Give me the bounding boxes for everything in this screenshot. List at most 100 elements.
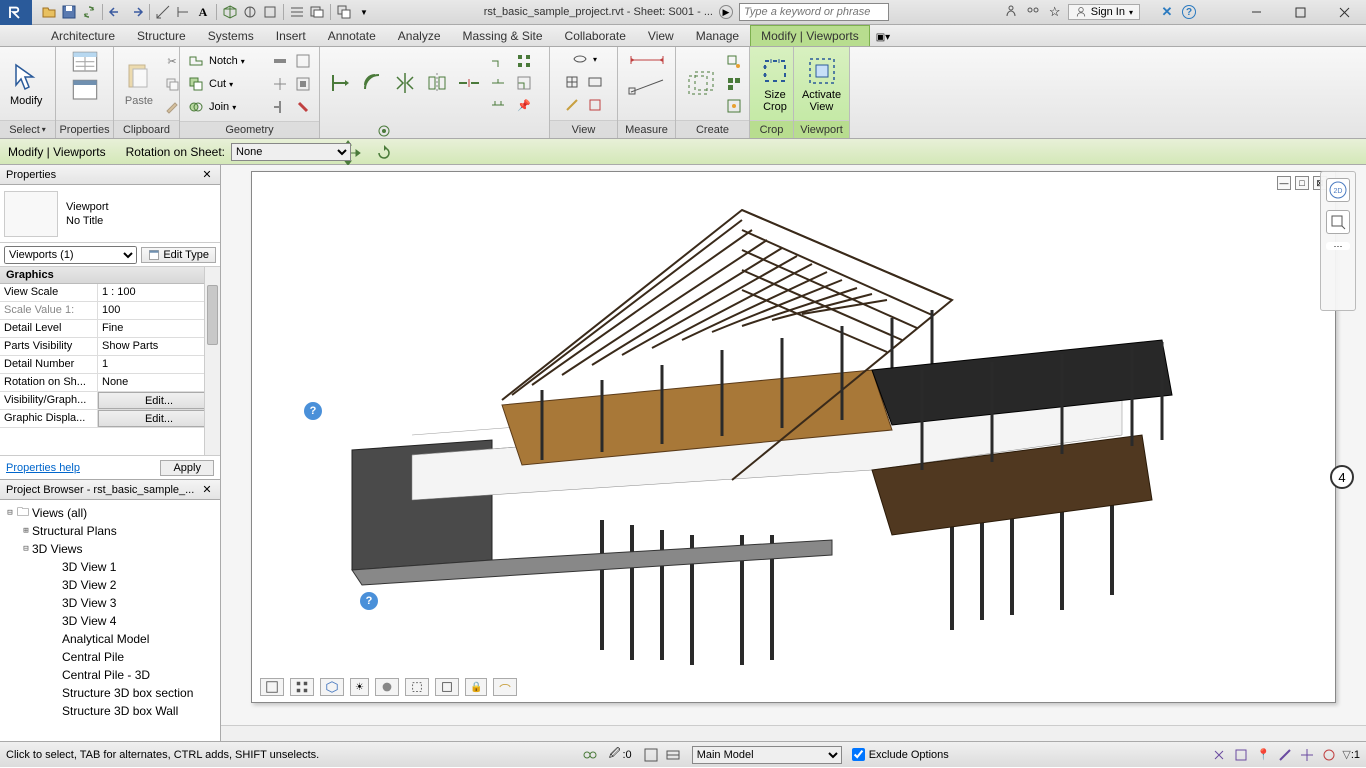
- pin-icon[interactable]: 📌: [514, 95, 534, 115]
- undo-icon[interactable]: [107, 3, 125, 21]
- trim-single-icon[interactable]: [488, 73, 508, 93]
- workset-select[interactable]: Main Model: [692, 746, 842, 764]
- ribbon-collapse-icon[interactable]: ▣▾: [870, 29, 896, 46]
- tab-architecture[interactable]: Architecture: [40, 25, 126, 46]
- switch-windows-icon[interactable]: [335, 3, 353, 21]
- maximize-button[interactable]: [1278, 0, 1322, 25]
- notch-icon[interactable]: [186, 51, 206, 71]
- override-icon[interactable]: [562, 72, 582, 92]
- properties-help-link[interactable]: Properties help: [6, 462, 80, 474]
- detail-level-control[interactable]: [290, 678, 314, 696]
- dimension-icon[interactable]: [627, 49, 667, 71]
- align-icon[interactable]: [174, 3, 192, 21]
- design-options-icon[interactable]: [664, 746, 682, 764]
- drag-elements-icon[interactable]: [1298, 746, 1316, 764]
- select-underlay-icon[interactable]: [1232, 746, 1250, 764]
- offset-button[interactable]: [360, 70, 386, 96]
- shadows-control[interactable]: [375, 678, 399, 696]
- prop-row[interactable]: View Scale1 : 100: [0, 284, 220, 302]
- properties-button[interactable]: [69, 49, 101, 75]
- worksets-icon[interactable]: [581, 746, 599, 764]
- steering-wheel-icon[interactable]: 2D: [1326, 178, 1350, 202]
- group-graphics[interactable]: Graphics: [6, 269, 54, 281]
- select-face-icon[interactable]: [1276, 746, 1294, 764]
- cut-geom-icon[interactable]: [186, 74, 206, 94]
- visual-style-control[interactable]: [320, 678, 344, 696]
- filter-icon[interactable]: ▽: [1342, 748, 1350, 761]
- mirror-axis-button[interactable]: [392, 70, 418, 96]
- displace-icon[interactable]: [562, 95, 582, 115]
- sun-path-control[interactable]: ☀: [350, 678, 369, 696]
- hide-icon[interactable]: [570, 49, 590, 69]
- tree-item[interactable]: Structure 3D box Wall: [2, 702, 218, 720]
- search-input[interactable]: [739, 3, 889, 21]
- tab-massing[interactable]: Massing & Site: [452, 25, 554, 46]
- help-bubble-icon[interactable]: ?: [304, 402, 322, 420]
- viewport-maximize-icon[interactable]: □: [1295, 176, 1309, 190]
- exclude-options-check[interactable]: Exclude Options: [852, 748, 949, 761]
- close-properties-icon[interactable]: ✕: [200, 168, 214, 182]
- prop-row[interactable]: Detail LevelFine: [0, 320, 220, 338]
- join-icon[interactable]: [186, 97, 206, 117]
- measure-between-icon[interactable]: [627, 75, 667, 97]
- array-icon[interactable]: [514, 51, 534, 71]
- modify-tool-button[interactable]: Modify: [6, 59, 46, 109]
- section-icon[interactable]: [241, 3, 259, 21]
- tree-item[interactable]: 3D View 3: [2, 594, 218, 612]
- prop-row[interactable]: Detail Number1: [0, 356, 220, 374]
- tab-annotate[interactable]: Annotate: [317, 25, 387, 46]
- match-icon[interactable]: [162, 96, 182, 116]
- tree-item[interactable]: Central Pile: [2, 648, 218, 666]
- tab-modify-viewports[interactable]: Modify | Viewports: [750, 25, 870, 46]
- tab-structure[interactable]: Structure: [126, 25, 197, 46]
- copy-icon[interactable]: [162, 74, 182, 94]
- zoom-region-icon[interactable]: [1326, 210, 1350, 234]
- redo-icon[interactable]: [127, 3, 145, 21]
- trim-corner-icon[interactable]: [488, 51, 508, 71]
- subscription-icon[interactable]: [1002, 3, 1020, 21]
- rotate-button[interactable]: [374, 143, 394, 163]
- edit-type-button[interactable]: Edit Type: [141, 247, 216, 263]
- panel-select[interactable]: Select: [0, 120, 55, 138]
- help-bubble-icon-2[interactable]: ?: [360, 592, 378, 610]
- type-properties-button[interactable]: [69, 77, 101, 103]
- size-crop-button[interactable]: Size Crop: [756, 53, 794, 115]
- communicate-icon[interactable]: [1024, 3, 1042, 21]
- viewport-minimize-icon[interactable]: —: [1277, 176, 1291, 190]
- cope-icon[interactable]: [270, 51, 290, 71]
- plan-icon[interactable]: [261, 3, 279, 21]
- tree-root[interactable]: ⊟🗀Views (all): [2, 504, 218, 522]
- thin-lines-icon[interactable]: [288, 3, 306, 21]
- select-pinned-icon[interactable]: 📍: [1254, 746, 1272, 764]
- mirror-pick-button[interactable]: [424, 70, 450, 96]
- instance-filter[interactable]: Viewports (1): [4, 246, 137, 264]
- minimize-button[interactable]: [1234, 0, 1278, 25]
- create-similar-icon[interactable]: [724, 52, 744, 72]
- scale-control[interactable]: [260, 678, 284, 696]
- tab-collaborate[interactable]: Collaborate: [554, 25, 637, 46]
- activate-view-button[interactable]: Activate View: [800, 53, 843, 115]
- reveal-hidden-control[interactable]: [493, 678, 517, 696]
- paint-icon[interactable]: [293, 97, 313, 117]
- grid-marker-4[interactable]: 4: [1330, 465, 1354, 489]
- tab-insert[interactable]: Insert: [265, 25, 317, 46]
- tree-structural-plans[interactable]: ⊞Structural Plans: [2, 522, 218, 540]
- prop-row[interactable]: Parts VisibilityShow Parts: [0, 338, 220, 356]
- text-icon[interactable]: A: [194, 3, 212, 21]
- sync-icon[interactable]: [80, 3, 98, 21]
- canvas-hscroll[interactable]: [221, 725, 1366, 741]
- copy-button[interactable]: [374, 121, 394, 141]
- favorite-icon[interactable]: ☆: [1046, 3, 1064, 21]
- tree-item[interactable]: Analytical Model: [2, 630, 218, 648]
- tree-item[interactable]: Central Pile - 3D: [2, 666, 218, 684]
- measure-icon[interactable]: [154, 3, 172, 21]
- scale-icon[interactable]: [514, 73, 534, 93]
- app-logo[interactable]: [0, 0, 32, 25]
- tab-manage[interactable]: Manage: [685, 25, 750, 46]
- help-icon[interactable]: ?: [1180, 3, 1198, 21]
- create-assembly-icon[interactable]: [724, 96, 744, 116]
- cut-icon[interactable]: ✂: [162, 52, 182, 72]
- uncope-icon[interactable]: [293, 51, 313, 71]
- tab-view[interactable]: View: [637, 25, 685, 46]
- select-links-icon[interactable]: [1210, 746, 1228, 764]
